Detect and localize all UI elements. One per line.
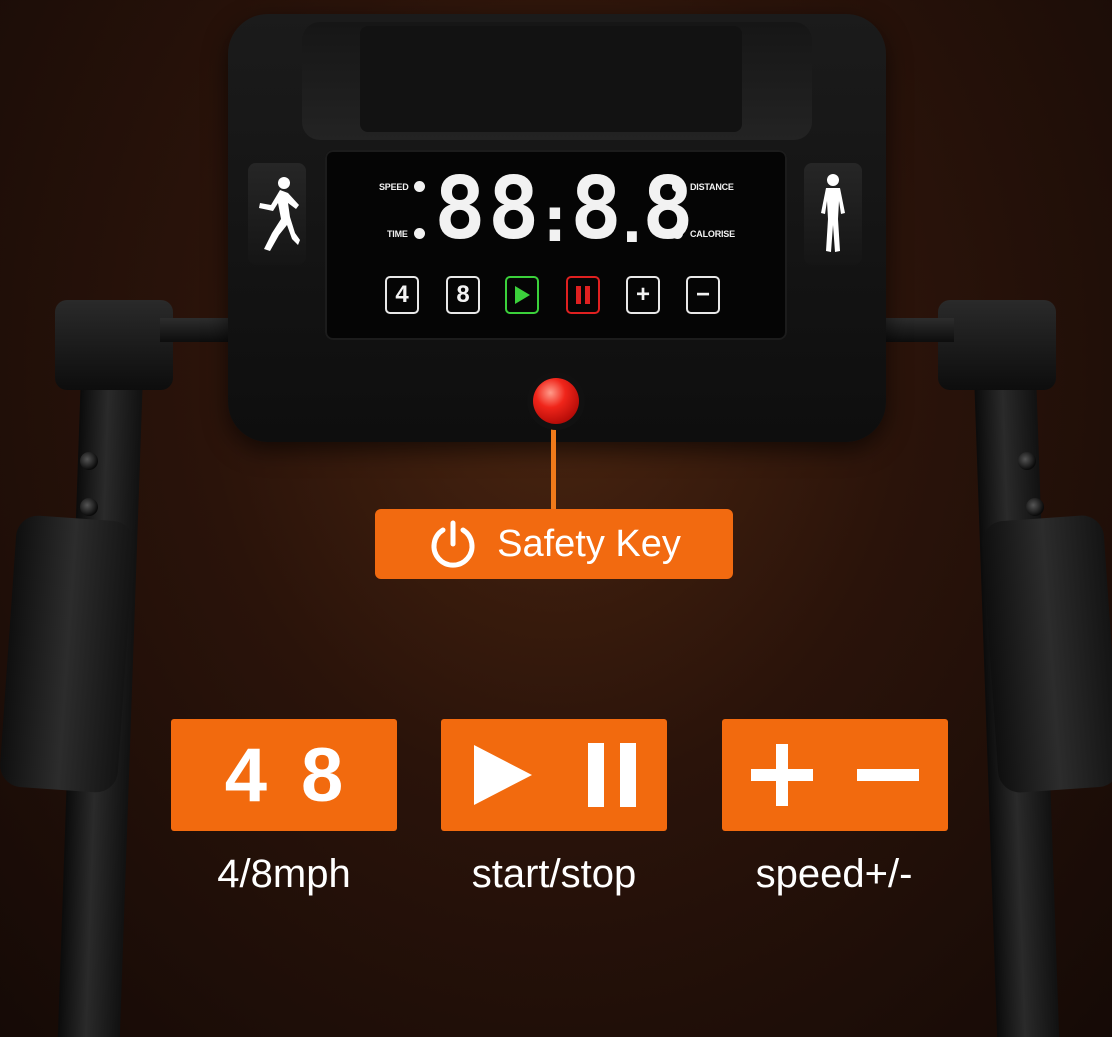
left-bolt-1 xyxy=(80,452,98,470)
preset-4-glyph: 4 xyxy=(224,732,267,818)
pause-icon xyxy=(588,743,636,807)
lcd-8mph-button[interactable]: 8 xyxy=(446,276,480,314)
safety-key-knob[interactable] xyxy=(527,372,585,430)
left-handle-joint xyxy=(55,300,173,390)
lcd-speed-up-button[interactable]: + xyxy=(626,276,660,314)
lcd-distance-label: DISTANCE xyxy=(690,182,734,192)
lcd-calorie-indicator xyxy=(672,228,683,239)
preset-8-glyph: 8 xyxy=(301,732,344,818)
lcd-start-button[interactable] xyxy=(505,276,539,314)
right-crossbar xyxy=(882,318,954,342)
lcd-digit-2: 8 xyxy=(487,159,542,259)
lcd-speed-indicator xyxy=(414,181,425,192)
safety-key-label: Safety Key xyxy=(497,522,681,565)
power-icon xyxy=(431,520,475,568)
lcd-time-label: TIME xyxy=(387,229,408,239)
speed-preset-badge: 4 8 xyxy=(171,719,397,831)
safety-key-leader-line xyxy=(551,420,556,512)
left-grip xyxy=(0,514,136,794)
right-bolt-2 xyxy=(1026,498,1044,516)
right-bolt-1 xyxy=(1018,452,1036,470)
pause-icon xyxy=(576,286,590,304)
right-handle-joint xyxy=(938,300,1056,390)
safety-key-callout: Safety Key xyxy=(375,509,733,579)
play-icon xyxy=(515,286,530,304)
lcd-distance-indicator xyxy=(672,181,683,192)
lcd-time-indicator xyxy=(414,228,425,239)
lcd-readout: 8 8 : 8 . 8 xyxy=(434,166,696,252)
right-grip xyxy=(980,514,1112,794)
start-stop-badge xyxy=(441,719,667,831)
plus-icon xyxy=(751,744,813,806)
runner-icon xyxy=(259,177,300,251)
device-holder-slot xyxy=(360,26,742,132)
start-stop-caption: start/stop xyxy=(471,852,637,896)
lcd-digit-1: 8 xyxy=(434,159,488,259)
left-crossbar xyxy=(160,318,232,342)
lcd-digit-4: 8 xyxy=(642,159,696,259)
speed-preset-caption: 4/8mph xyxy=(217,852,351,896)
lcd-stop-button[interactable] xyxy=(566,276,600,314)
lcd-speed-label: SPEED xyxy=(379,182,409,192)
left-runner-panel xyxy=(248,163,306,265)
lcd-speed-down-button[interactable]: − xyxy=(686,276,720,314)
left-bolt-2 xyxy=(80,498,98,516)
lcd-4mph-button[interactable]: 4 xyxy=(385,276,419,314)
lcd-calorie-label: CALORISE xyxy=(690,229,735,239)
safety-key-ball xyxy=(533,378,579,424)
speed-adjust-caption: speed+/- xyxy=(755,852,913,896)
walker-icon xyxy=(821,174,845,252)
right-walker-panel xyxy=(804,163,862,265)
speed-adjust-badge xyxy=(722,719,948,831)
play-icon xyxy=(474,745,532,805)
minus-icon xyxy=(857,769,919,781)
